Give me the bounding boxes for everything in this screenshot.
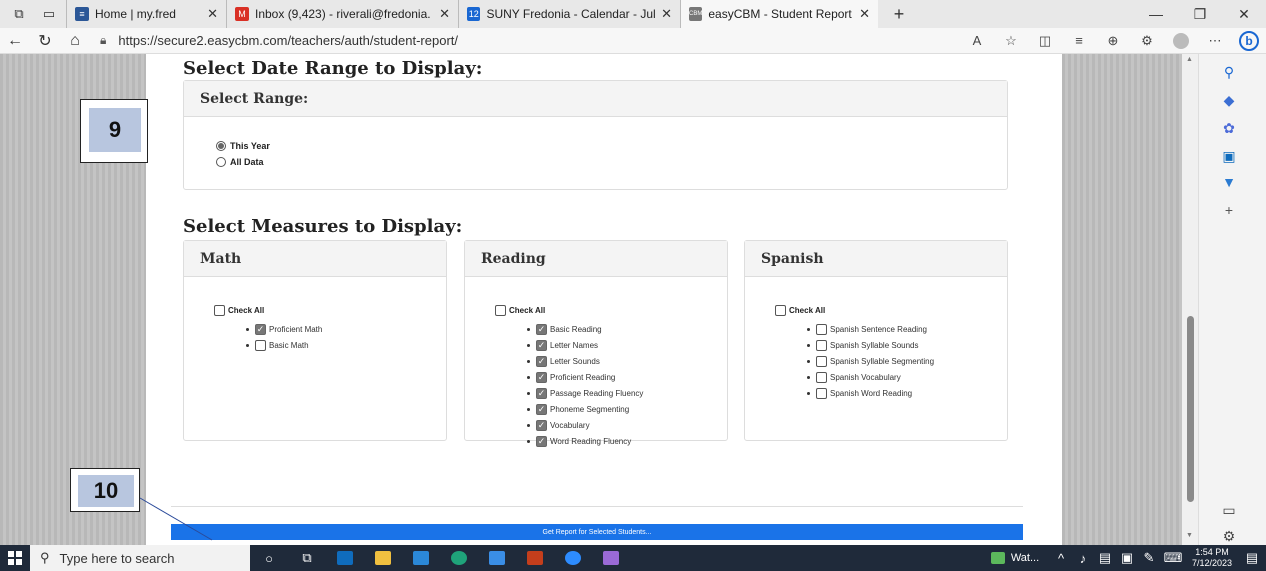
volume-icon[interactable]: ♪ [1072,545,1094,571]
tab-easycbm[interactable]: CBM easyCBM - Student Report : Dist ✕ [680,0,878,28]
weather-label: Wat... [1010,552,1040,564]
outlook-icon[interactable]: ▣ [1219,146,1239,166]
file-explorer-icon[interactable] [364,545,402,571]
scroll-down-icon[interactable]: ▼ [1186,532,1193,539]
outlook-taskbar-icon[interactable] [326,545,364,571]
close-tab-icon[interactable]: ✕ [655,6,672,22]
tools-icon[interactable]: ✿ [1219,118,1239,138]
store-icon[interactable] [478,545,516,571]
close-tab-icon[interactable]: ✕ [853,6,870,22]
tab-title: SUNY Fredonia - Calendar - July [486,7,656,21]
windows-start-icon[interactable] [0,545,30,571]
tab-title: Inbox (9,423) - riverali@fredonia. [255,7,431,21]
keyboard-icon[interactable]: ⌨ [1160,545,1186,571]
tab-favicon: M [235,7,249,21]
close-tab-icon[interactable]: ✕ [201,6,218,22]
address-bar-row: ← ↻ ⌂ 🔒︎ https://secure2.easycbm.com/tea… [0,28,1266,54]
favorites-icon[interactable]: ≡ [1062,28,1096,54]
back-icon[interactable]: ← [0,28,30,54]
bing-icon[interactable]: b [1232,28,1266,54]
extensions-icon[interactable]: ⚙ [1130,28,1164,54]
tab-calendar[interactable]: 12 SUNY Fredonia - Calendar - July ✕ [458,0,680,28]
taskbar-clock[interactable]: 1:54 PM 7/12/2023 [1186,547,1238,569]
display-icon[interactable]: ▣ [1116,545,1138,571]
drop-icon[interactable]: ▼ [1219,172,1239,192]
windows-taskbar: ⚲ Type here to search ○ ⧉ Wat... ^ ♪ ▤ ▣… [0,545,1266,571]
home-icon[interactable]: ⌂ [60,28,90,54]
url-field[interactable]: 🔒︎ https://secure2.easycbm.com/teachers/… [100,30,780,52]
clock-date: 7/12/2023 [1191,558,1233,568]
tab-title: easyCBM - Student Report : Dist [708,7,853,21]
lock-icon: 🔒︎ [100,33,107,47]
collections-icon[interactable]: ⊕ [1096,28,1130,54]
taskbar-search-box[interactable]: ⚲ Type here to search [30,545,250,571]
close-window-icon[interactable]: ✕ [1222,0,1266,28]
search-placeholder: Type here to search [59,550,175,566]
tab-favicon: CBM [689,7,703,21]
tab-inbox[interactable]: M Inbox (9,423) - riverali@fredonia. ✕ [226,0,458,28]
app-icon[interactable] [592,545,630,571]
url-text: https://secure2.easycbm.com/teachers/aut… [118,33,459,48]
tab-home-myfred[interactable]: ≡ Home | my.fred ✕ [66,0,226,28]
cortana-icon[interactable]: ○ [250,545,288,571]
pen-icon[interactable]: ✎ [1138,545,1160,571]
scroll-up-icon[interactable]: ▲ [1186,56,1193,63]
refresh-icon[interactable]: ↻ [30,28,60,54]
network-icon[interactable]: ▤ [1094,545,1116,571]
clock-time: 1:54 PM [1195,547,1229,557]
browser-tab-bar: ⧉ ▭ ≡ Home | my.fred ✕ M Inbox (9,423) -… [0,0,1266,28]
notifications-icon[interactable]: ▤ [1238,545,1266,571]
edge-taskbar-icon[interactable] [440,545,478,571]
minimize-icon[interactable]: — [1134,0,1178,28]
favorite-star-icon[interactable]: ☆ [994,28,1028,54]
more-menu-icon[interactable]: ⋯ [1198,28,1232,54]
tab-favicon: ≡ [75,7,89,21]
zoom-icon[interactable] [554,545,592,571]
mail-icon[interactable] [402,545,440,571]
edge-sidebar: ⚲ ◆ ✿ ▣ ▼ + ▭ ⚙ [1198,54,1266,545]
tab-title: Home | my.fred [95,7,176,21]
add-sidebar-app-icon[interactable]: + [1219,200,1239,220]
settings-gear-icon[interactable]: ⚙ [1219,526,1239,546]
callout-pointer-line [139,497,213,541]
read-aloud-icon[interactable]: A [960,28,994,54]
weather-icon [990,552,1005,564]
workspaces-icon[interactable]: ⧉ [8,3,30,25]
task-view-icon[interactable]: ⧉ [288,545,326,571]
chevron-up-icon[interactable]: ^ [1050,545,1072,571]
search-icon[interactable]: ⚲ [1219,62,1239,82]
tab-actions-icon[interactable]: ▭ [38,3,60,25]
restore-icon[interactable]: ❐ [1178,0,1222,28]
powerpoint-icon[interactable] [516,545,554,571]
page-viewport: Select Date Range to Display: Select Ran… [0,54,1198,545]
scroll-thumb[interactable] [1187,316,1194,502]
tab-favicon: 12 [467,7,481,21]
search-icon: ⚲ [40,550,50,565]
page-scrollbar[interactable]: ▲ ▼ [1182,54,1198,545]
sidebar-toggle-icon[interactable]: ▭ [1219,500,1239,520]
profile-avatar[interactable] [1164,28,1198,54]
shopping-tag-icon[interactable]: ◆ [1219,90,1239,110]
close-tab-icon[interactable]: ✕ [433,6,450,22]
split-screen-icon[interactable]: ◫ [1028,28,1062,54]
new-tab-button[interactable]: + [888,3,910,25]
weather-widget[interactable]: Wat... [980,545,1050,571]
